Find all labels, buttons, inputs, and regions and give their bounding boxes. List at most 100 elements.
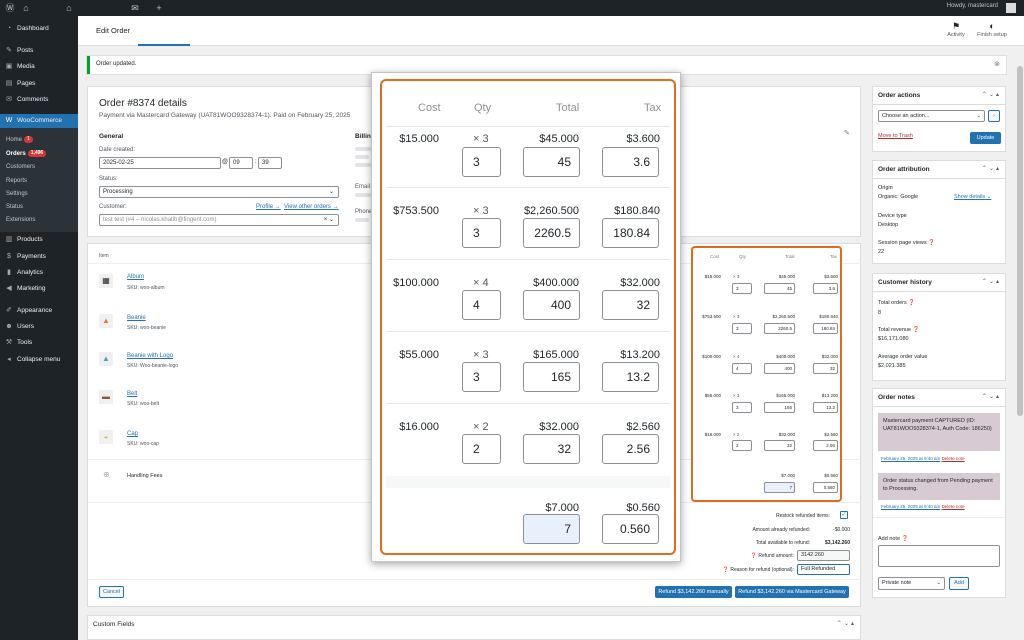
sidebar-item-marketing[interactable]: ◀ Marketing bbox=[0, 282, 78, 296]
sidebar-item-appearance[interactable]: ✐ Appearance bbox=[0, 304, 78, 318]
edit-pencil-icon[interactable]: ✎ bbox=[844, 129, 850, 137]
refund-tax-input[interactable]: 3.6 bbox=[813, 283, 838, 294]
submenu-customers[interactable]: Customers bbox=[6, 161, 35, 173]
refund-qty-input[interactable]: 4 bbox=[732, 363, 752, 374]
cancel-button[interactable]: Cancel bbox=[99, 586, 124, 598]
refund-total-input[interactable]: 2260.5 bbox=[523, 218, 580, 248]
update-button[interactable]: Update bbox=[970, 132, 1001, 144]
refund-tax-input[interactable]: 32 bbox=[813, 363, 838, 374]
sidebar-item-tools[interactable]: ⚒ Tools bbox=[0, 336, 78, 350]
wordpress-icon[interactable]: Ⓦ bbox=[4, 2, 16, 14]
refund-total-input[interactable]: 400 bbox=[764, 363, 795, 374]
note-type-select[interactable]: Private note ⌄ bbox=[878, 577, 945, 590]
sidebar-item-analytics[interactable]: ▮ Analytics bbox=[0, 266, 78, 280]
sidebar-item-dashboard[interactable]: ◔ Dashboard bbox=[0, 22, 78, 36]
sidebar-item-products[interactable]: ▥ Products bbox=[0, 233, 78, 247]
submenu-extensions[interactable]: Extensions bbox=[6, 214, 35, 226]
fee-refund-total-input[interactable]: 7 bbox=[523, 514, 580, 544]
sidebar-item-comments[interactable]: ✉ Comments bbox=[0, 93, 78, 107]
submenu-status[interactable]: Status bbox=[6, 201, 23, 213]
finish-setup-button[interactable]: ◐ Finish setup bbox=[974, 20, 1010, 38]
submenu-orders[interactable]: Orders 1,496 bbox=[6, 148, 47, 160]
submenu-home[interactable]: Home 1 bbox=[6, 134, 33, 146]
sidebar-item-woocommerce[interactable]: W WooCommerce bbox=[0, 114, 78, 128]
refund-qty-input[interactable]: 2 bbox=[462, 434, 501, 464]
refund-tax-input[interactable]: 13.2 bbox=[602, 362, 659, 392]
panel-controls-icon[interactable]: ⌃⌄▴ bbox=[982, 393, 1001, 400]
site-home-icon[interactable]: ⌂ bbox=[20, 2, 32, 14]
sidebar-item-pages[interactable]: ▤ Pages bbox=[0, 77, 78, 91]
delete-note-link[interactable]: Delete note bbox=[942, 504, 965, 509]
refund-tax-input[interactable]: 13.2 bbox=[813, 402, 838, 413]
refund-tax-input[interactable]: 180.84 bbox=[602, 218, 659, 248]
view-other-orders-link[interactable]: View other orders → bbox=[284, 204, 339, 210]
refund-total-input[interactable]: 32 bbox=[523, 434, 580, 464]
avatar[interactable] bbox=[1006, 3, 1016, 13]
refund-qty-input[interactable]: 3 bbox=[462, 147, 501, 177]
status-select[interactable]: Processing ⌄ bbox=[99, 186, 339, 198]
show-details-link[interactable]: Show details ⌄ bbox=[954, 194, 991, 200]
refund-total-input[interactable]: 45 bbox=[523, 147, 580, 177]
dismiss-icon[interactable]: ⊗ bbox=[994, 60, 1000, 68]
sidebar-item-media[interactable]: ▣ Media bbox=[0, 60, 78, 74]
refund-manually-button[interactable]: Refund $3,142.260 manually bbox=[655, 586, 732, 598]
refund-tax-input[interactable]: 2.56 bbox=[602, 434, 659, 464]
apply-action-button[interactable]: › bbox=[988, 110, 1000, 122]
refund-tax-input[interactable]: 2.56 bbox=[813, 440, 838, 451]
profile-link[interactable]: Profile → bbox=[256, 204, 281, 210]
add-note-button[interactable]: Add bbox=[949, 577, 969, 590]
scrollbar-thumb[interactable] bbox=[1017, 66, 1023, 416]
item-name-album[interactable]: Album bbox=[127, 274, 144, 280]
howdy-text[interactable]: Howdy, mastercard bbox=[947, 3, 998, 9]
fee-refund-tax-input[interactable]: 0.560 bbox=[602, 514, 659, 544]
scrollbar-track[interactable] bbox=[1016, 46, 1024, 640]
date-created-input[interactable]: 2025-02-25 bbox=[99, 157, 221, 169]
sidebar-item-users[interactable]: ☻ Users bbox=[0, 320, 78, 334]
sidebar-item-payments[interactable]: $ Payments bbox=[0, 250, 78, 264]
new-content-icon[interactable]: + bbox=[154, 2, 164, 14]
item-name-cap[interactable]: Cap bbox=[127, 431, 138, 437]
refund-total-input[interactable]: 165 bbox=[523, 362, 580, 392]
submenu-settings[interactable]: Settings bbox=[6, 188, 28, 200]
panel-controls-icon[interactable]: ⌃⌄▴ bbox=[982, 165, 1001, 172]
close-icon[interactable]: × ⌄ bbox=[324, 215, 334, 225]
move-to-trash-link[interactable]: Move to Trash bbox=[878, 133, 913, 139]
item-name-belt[interactable]: Belt bbox=[127, 391, 137, 397]
fee-refund-tax-input[interactable]: 0.560 bbox=[813, 482, 838, 493]
refund-gateway-button[interactable]: Refund $3,142.260 via Mastercard Gateway bbox=[735, 586, 849, 598]
refund-qty-input[interactable]: 3 bbox=[732, 283, 752, 294]
refund-qty-input[interactable]: 3 bbox=[462, 218, 501, 248]
item-name-beanie[interactable]: Beanie bbox=[127, 315, 146, 321]
refund-qty-input[interactable]: 3 bbox=[462, 362, 501, 392]
delete-note-link[interactable]: Delete note bbox=[942, 456, 965, 461]
note-textarea[interactable] bbox=[878, 545, 1000, 567]
customer-select[interactable]: test test (#4 – nicolas.khatib@fingent.c… bbox=[99, 214, 339, 226]
refund-total-input[interactable]: 45 bbox=[764, 283, 795, 294]
refund-qty-input[interactable]: 4 bbox=[462, 290, 501, 320]
sidebar-item-collapse[interactable]: ◂ Collapse menu bbox=[0, 353, 78, 367]
refund-tax-input[interactable]: 32 bbox=[602, 290, 659, 320]
panel-controls-icon[interactable]: ⌃⌄▴ bbox=[982, 91, 1001, 98]
fee-refund-total-input[interactable]: 7 bbox=[764, 482, 795, 493]
refund-total-input[interactable]: 165 bbox=[764, 402, 795, 413]
panel-controls-icon[interactable]: ⌃⌄▴ bbox=[837, 620, 856, 627]
comments-icon[interactable]: ✉ bbox=[130, 2, 140, 14]
refund-reason-input[interactable]: Full Refunded bbox=[797, 564, 850, 575]
refund-qty-input[interactable]: 2 bbox=[732, 440, 752, 451]
hour-input[interactable]: 09 bbox=[229, 157, 253, 169]
restock-checkbox[interactable]: ✓ bbox=[840, 511, 848, 519]
refund-qty-input[interactable]: 3 bbox=[732, 402, 752, 413]
refund-amount-input[interactable]: 3142.260 bbox=[797, 550, 850, 561]
submenu-reports[interactable]: Reports bbox=[6, 175, 27, 187]
refund-total-input[interactable]: 400 bbox=[523, 290, 580, 320]
refund-tax-input[interactable]: 180.84 bbox=[813, 323, 838, 334]
order-action-select[interactable]: Choose an action... ⌄ bbox=[878, 110, 985, 122]
minute-input[interactable]: 39 bbox=[258, 157, 282, 169]
refund-total-input[interactable]: 32 bbox=[764, 440, 795, 451]
refund-total-input[interactable]: 2260.5 bbox=[764, 323, 795, 334]
item-name-beanie-logo[interactable]: Beanie with Logo bbox=[127, 353, 173, 359]
sidebar-item-posts[interactable]: ✎ Posts bbox=[0, 44, 78, 58]
refund-tax-input[interactable]: 3.6 bbox=[602, 147, 659, 177]
panel-controls-icon[interactable]: ⌃⌄▴ bbox=[982, 278, 1001, 285]
home-icon[interactable]: ⌂ bbox=[64, 2, 74, 14]
